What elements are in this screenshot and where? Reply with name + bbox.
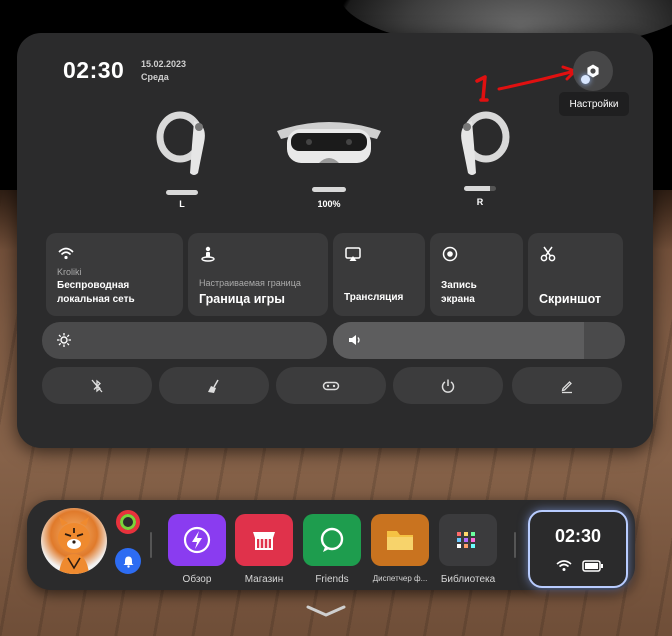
weekday-value: Среда [141,72,169,82]
bell-icon [123,556,133,568]
sun-icon [57,333,71,347]
screenshot-label: Скриншот [539,292,602,306]
boundary-type: Настраиваемая граница [199,278,301,288]
bolt-icon [183,526,211,554]
wifi-status-icon [556,560,572,571]
store-icon [253,532,275,550]
headset-battery-label: 100% [317,199,341,209]
app-explore[interactable] [168,514,226,566]
app-library-label: Библиотека [440,574,496,585]
cast-icon [345,247,361,261]
notifications-button[interactable] [115,548,141,574]
tile-wifi[interactable]: Kroliki Беспроводная локальная сеть [46,233,183,316]
wifi-icon [58,247,74,260]
quick-settings-panel: 02:30 15.02.2023 Среда 1 Настройки L [17,33,653,448]
dock-clock-button[interactable]: 02:30 [528,510,628,588]
broom-icon [208,379,219,393]
left-controller-label: L [179,199,185,209]
headset-battery-fill [312,187,346,192]
app-file-manager-label: Диспетчер ф... [372,574,428,583]
left-controller: L [150,111,220,211]
settings-button[interactable] [573,51,613,91]
left-battery-fill [166,190,198,195]
panel-date: 15.02.2023 Среда [141,58,186,84]
chevron-down-icon[interactable] [304,604,348,618]
power-button[interactable] [393,367,503,404]
battery-status-icon [582,560,603,572]
scissors-icon [540,246,556,262]
cursor-pointer [581,75,590,84]
tiger-avatar-icon [58,517,90,574]
tile-screenshot[interactable]: Скриншот [528,233,623,316]
volume-slider[interactable] [333,322,625,359]
wifi-network-name: Kroliki [57,267,82,277]
headset-icon [277,122,381,163]
tile-cast[interactable]: Трансляция [333,233,425,316]
volume-fill [333,322,585,359]
gamepad-icon [322,381,340,390]
controller-left-icon [156,111,205,175]
right-controller-label: R [476,197,484,207]
settings-tooltip: Настройки [559,92,629,116]
bluetooth-toggle[interactable] [42,367,152,404]
dock-clock-time: 02:30 [554,526,602,546]
panel-clock: 02:30 [63,57,125,83]
chat-icon [320,527,344,552]
cast-label: Трансляция [344,292,404,303]
dock-divider-right [514,532,516,558]
app-friends[interactable] [303,514,361,566]
wifi-label: Беспроводная локальная сеть [57,280,135,305]
app-explore-label: Обзор [182,574,212,585]
clean-button[interactable] [159,367,269,404]
brightness-slider[interactable] [42,322,327,359]
edit-button[interactable] [512,367,622,404]
record-label: Запись экрана [441,280,477,305]
app-store[interactable] [235,514,293,566]
date-value: 15.02.2023 [141,59,187,69]
app-file-manager[interactable] [371,514,429,566]
tile-boundary[interactable]: Настраиваемая граница Граница игры [188,233,328,316]
folder-icon [387,531,413,550]
headset-battery [312,187,346,192]
app-friends-label: Friends [315,574,349,585]
boundary-label: Граница игры [199,292,285,306]
activity-rings[interactable] [116,510,140,534]
power-icon [441,379,455,393]
record-icon [442,246,458,262]
app-store-label: Магазин [244,574,284,585]
pen-icon [561,380,572,393]
bottom-dock: Обзор Магазин Friends Диспетчер ф... Биб [27,500,635,590]
headset: 100% [269,113,389,213]
avatar[interactable] [41,508,107,574]
boundary-person-icon [201,246,215,262]
dock-divider [150,532,152,558]
grid-icon [457,532,475,548]
left-controller-battery [166,190,198,195]
speaker-icon [349,335,360,345]
controller-right-icon [461,111,510,175]
right-battery-fill [464,186,490,191]
app-library[interactable] [439,514,497,566]
right-controller-battery [464,186,496,191]
gamepad-button[interactable] [276,367,386,404]
bluetooth-off-icon [91,379,103,392]
tile-record[interactable]: Запись экрана [430,233,523,316]
right-controller: R [448,111,518,211]
